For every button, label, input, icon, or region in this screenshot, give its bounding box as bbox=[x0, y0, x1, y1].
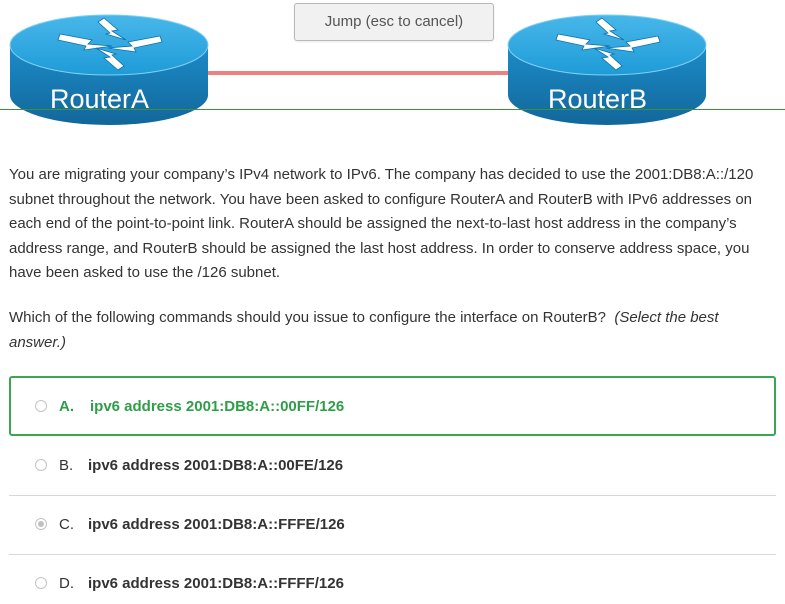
prompt-text: Which of the following commands should y… bbox=[9, 309, 606, 326]
option-letter-b: B. bbox=[59, 457, 74, 474]
option-command-c: ipv6 address 2001:DB8:A::FFFE/126 bbox=[88, 516, 345, 533]
router-a-label: RouterA bbox=[50, 84, 150, 114]
radio-button-c[interactable] bbox=[35, 518, 47, 530]
option-letter-d: D. bbox=[59, 575, 74, 592]
answer-option-a[interactable]: A. ipv6 address 2001:DB8:A::00FF/126 bbox=[9, 376, 776, 436]
jump-input[interactable]: Jump (esc to cancel) bbox=[294, 3, 494, 41]
option-command-a: ipv6 address 2001:DB8:A::00FF/126 bbox=[90, 398, 345, 415]
option-command-b: ipv6 address 2001:DB8:A::00FE/126 bbox=[88, 457, 344, 474]
radio-button-b[interactable] bbox=[35, 459, 47, 471]
answer-option-c[interactable]: C. ipv6 address 2001:DB8:A::FFFE/126 bbox=[9, 496, 776, 554]
diagram-divider bbox=[0, 109, 785, 110]
question-prompt: Which of the following commands should y… bbox=[9, 306, 774, 355]
option-letter-c: C. bbox=[59, 516, 74, 533]
answer-option-b[interactable]: B. ipv6 address 2001:DB8:A::00FE/126 bbox=[9, 437, 776, 495]
question-text: You are migrating your company’s IPv4 ne… bbox=[9, 166, 754, 281]
radio-button-d[interactable] bbox=[35, 577, 47, 589]
router-b-label: RouterB bbox=[548, 84, 648, 114]
radio-button-a[interactable] bbox=[35, 400, 47, 412]
answer-option-d[interactable]: D. ipv6 address 2001:DB8:A::FFFF/126 bbox=[9, 555, 776, 604]
option-command-d: ipv6 address 2001:DB8:A::FFFF/126 bbox=[88, 575, 344, 592]
quiz-page: RouterA RouterB Jump (esc to cancel) You… bbox=[0, 0, 785, 604]
option-letter-a: A. bbox=[59, 398, 74, 415]
